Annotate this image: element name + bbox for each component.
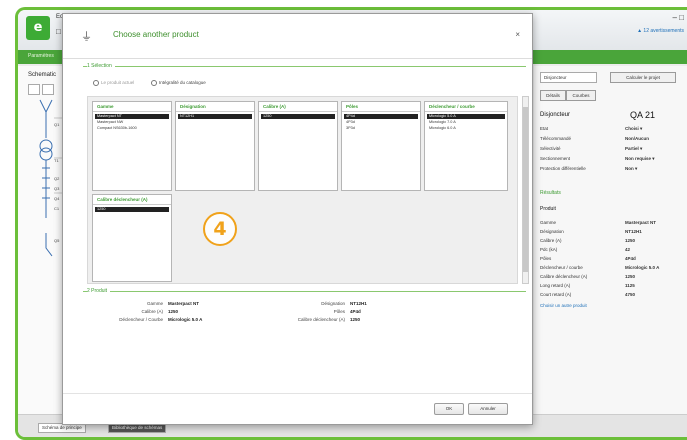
column-header: Désignation: [176, 102, 254, 112]
tab-details[interactable]: Détails: [540, 90, 566, 101]
list-item[interactable]: Micrologic 6.0 A: [427, 126, 505, 131]
scrollbar-thumb[interactable]: [523, 107, 528, 272]
product-section-label: 2 Produit: [87, 288, 111, 294]
schematic-title: Schematic: [28, 72, 57, 78]
product-summary-row: Gamme Masterpact NT: [146, 301, 200, 306]
list-item[interactable]: Micrologic 7.0 A: [427, 120, 505, 125]
choose-product-dialog: ⏚ Choose another product × 1 Sélection L…: [62, 13, 533, 425]
option-whole-catalogue[interactable]: Intégralité du catalogue: [151, 80, 206, 86]
schematic-label: T1: [54, 158, 59, 163]
radio-icon: [151, 80, 157, 86]
choose-other-product-link[interactable]: Choisir un autre produit: [540, 303, 587, 308]
schematic-label: Q4: [54, 196, 60, 201]
calculate-project-button[interactable]: Calculer le projet: [610, 72, 676, 83]
product-property-row: Long retard (A) 1125: [540, 283, 635, 288]
element-type-dropdown[interactable]: Disjoncteur: [540, 72, 597, 83]
product-summary-row: Déclencheur / Courbe Micrologic 5.0 A: [119, 317, 203, 322]
list-item[interactable]: Masterpact NT: [95, 114, 169, 119]
dialog-title: Choose another product: [113, 30, 199, 39]
schematic-label: Q1: [54, 122, 60, 127]
schematic-label: Q5: [54, 238, 60, 243]
column-header: Calibre (A): [259, 102, 337, 112]
ribbon-tab-settings[interactable]: Paramètres: [28, 53, 54, 59]
option-current-product[interactable]: Le produit actuel: [93, 80, 134, 86]
column-trip-rating[interactable]: Calibre déclencheur (A) 1250: [92, 194, 172, 282]
window-controls[interactable]: – □: [672, 13, 684, 22]
product-property-row: Déclencheur / courbe Micrologic 5.0 A: [540, 265, 660, 270]
column-designation[interactable]: Désignation NT12H1: [175, 101, 255, 191]
list-item[interactable]: 4P4d: [344, 114, 418, 119]
schematic-label: C1: [54, 206, 60, 211]
app-logo-icon: e: [26, 16, 50, 40]
property-row[interactable]: Etat Choisi ▾: [540, 126, 687, 133]
radio-icon: [93, 80, 99, 86]
column-header: Gamme: [93, 102, 171, 112]
product-property-row: Gamme Masterpact NT: [540, 220, 657, 225]
product-property-row: Désignation NT12H1: [540, 229, 642, 234]
device-id: QA 21: [630, 110, 656, 120]
results-section-label: Résultats: [540, 190, 561, 196]
column-range[interactable]: Gamme Masterpact NT Masterpact NW Compac…: [92, 101, 172, 191]
column-header: Pôles: [342, 102, 420, 112]
list-item[interactable]: Micrologic 5.0 A: [427, 114, 505, 119]
list-item[interactable]: NT12H1: [178, 114, 252, 119]
properties-panel: Disjoncteur Calculer le projet Détails C…: [534, 66, 687, 415]
product-section-label: Produit: [540, 206, 556, 212]
property-row[interactable]: Sélectivité Partiel ▾: [540, 146, 687, 153]
property-row[interactable]: Télécommandé Non/Aucun: [540, 136, 687, 143]
column-trip-unit[interactable]: Déclencheur / courbe Micrologic 5.0 A Mi…: [424, 101, 508, 191]
section-divider: [83, 66, 526, 67]
selection-section-label: 1 Sélection: [87, 63, 115, 69]
selection-area: Gamme Masterpact NT Masterpact NW Compac…: [87, 96, 518, 284]
ok-button[interactable]: OK: [434, 403, 464, 415]
product-summary-row: Calibre (A) 1250: [141, 309, 179, 314]
product-property-row: Calibre (A) 1250: [540, 238, 636, 243]
cancel-button[interactable]: Annuler: [468, 403, 508, 415]
dialog-header: ⏚ Choose another product ×: [63, 14, 532, 59]
product-property-row: Pôles 4P4d: [540, 256, 636, 261]
list-item[interactable]: 1250: [261, 114, 335, 119]
list-item[interactable]: Compact NS630b-1600: [95, 126, 169, 131]
column-header: Calibre déclencheur (A): [93, 195, 171, 205]
tab-curves[interactable]: Courbes: [566, 90, 596, 101]
product-summary-row: Calibre déclencheur (A) 1250: [297, 317, 361, 322]
product-summary-row: Pôles 4P4d: [333, 309, 361, 314]
warnings-status[interactable]: ▲ 12 avertissements: [637, 28, 684, 34]
property-row[interactable]: Protection différentielle Non ▾: [540, 166, 687, 173]
zoom-out-icon[interactable]: [42, 84, 54, 95]
vertical-scrollbar[interactable]: [522, 96, 529, 284]
schematic-label: Q2: [54, 176, 60, 181]
column-poles[interactable]: Pôles 4P4d 4P3d 3P3d: [341, 101, 421, 191]
list-item[interactable]: 4P3d: [344, 120, 418, 125]
product-summary-row: Désignation NT12H1: [321, 301, 367, 306]
column-rating[interactable]: Calibre (A) 1250: [258, 101, 338, 191]
product-property-row: Pdc (kA) 42: [540, 247, 631, 252]
product-property-row: Court retard (A) 4750: [540, 292, 636, 297]
section-divider: [83, 291, 526, 292]
step-number-badge: 4: [203, 212, 237, 246]
list-item[interactable]: Masterpact NW: [95, 120, 169, 125]
close-icon[interactable]: ×: [515, 30, 520, 39]
list-item[interactable]: 1250: [95, 207, 169, 212]
column-header: Déclencheur / courbe: [425, 102, 507, 112]
breaker-icon: ⏚: [81, 31, 92, 43]
schematic-label: Q3: [54, 186, 60, 191]
device-type-title: Disjoncteur: [540, 112, 571, 118]
property-row[interactable]: Sectionnement Non requise ▾: [540, 156, 687, 163]
list-item[interactable]: 3P3d: [344, 126, 418, 131]
dialog-footer: OK Annuler: [63, 393, 532, 424]
zoom-in-icon[interactable]: [28, 84, 40, 95]
product-property-row: Calibre déclencheur (A) 1250: [540, 274, 636, 279]
